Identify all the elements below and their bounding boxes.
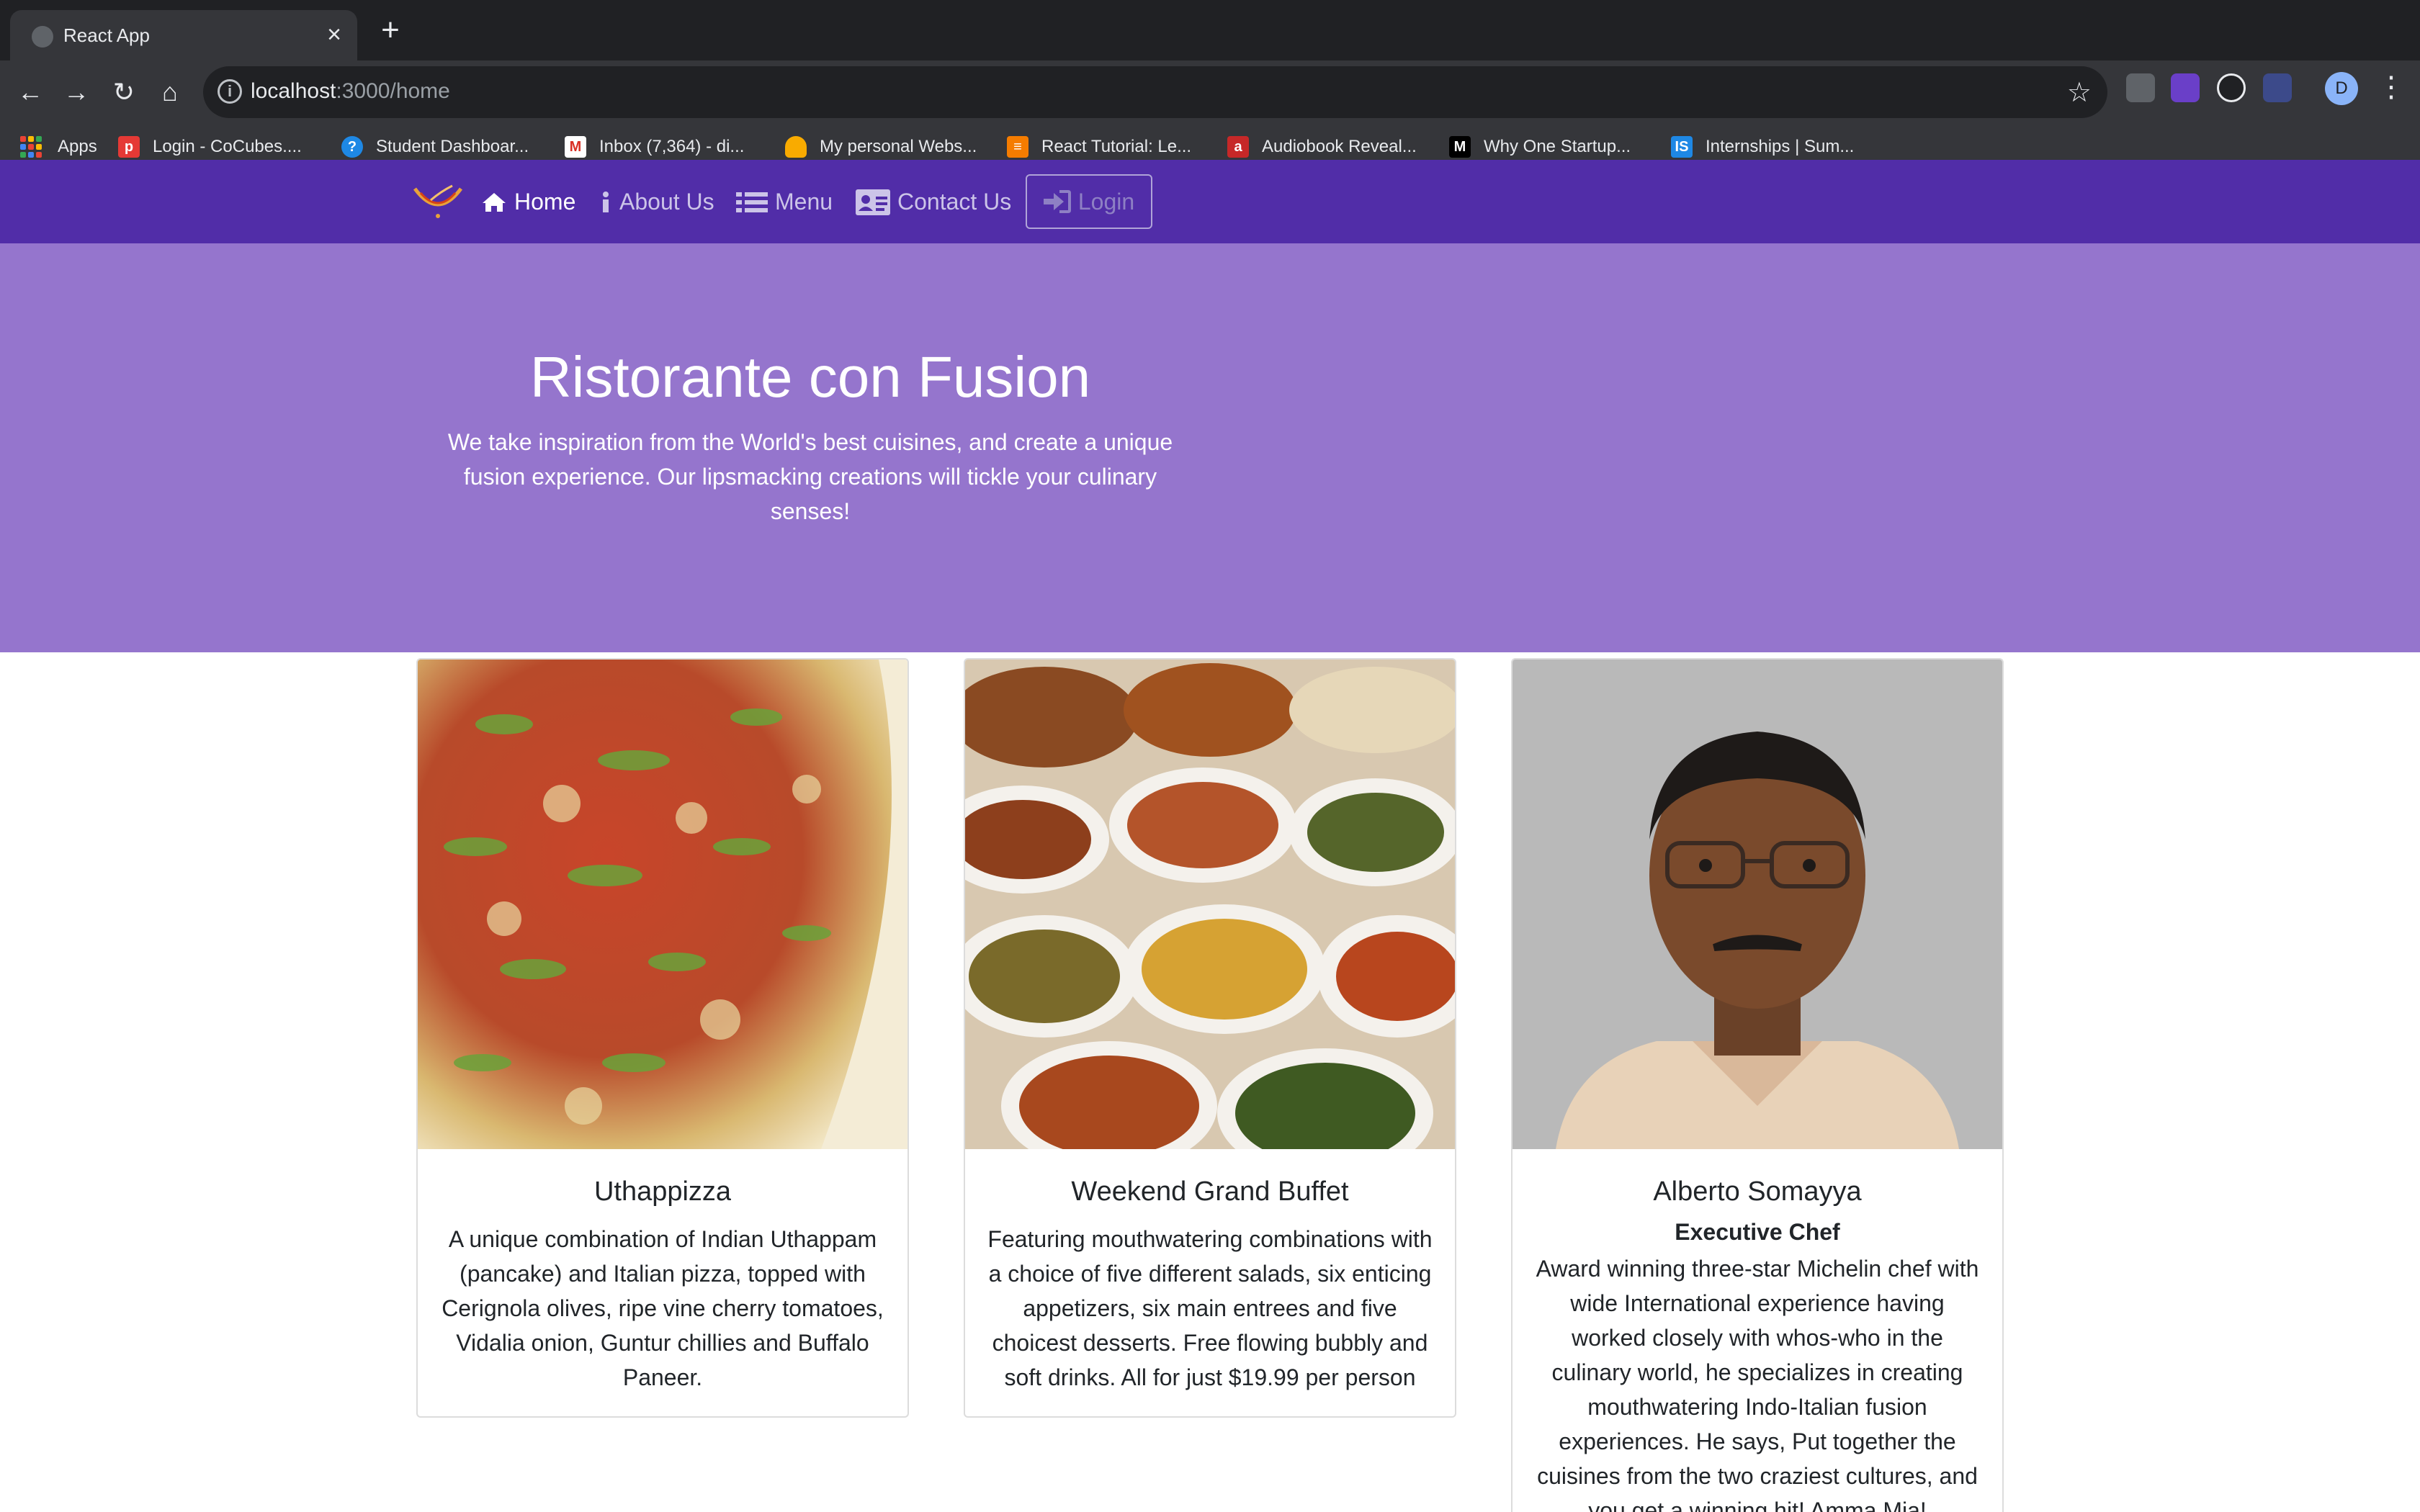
bookmark-inbox[interactable]: M Inbox (7,364) - di...: [565, 134, 744, 160]
hand-icon: [785, 136, 807, 158]
browser-tab[interactable]: React App ×: [10, 10, 357, 60]
bookmark-star-icon[interactable]: ☆: [2067, 76, 2092, 109]
react-tutorial-icon: ≡: [1007, 136, 1028, 158]
bookmark-why-one-startup[interactable]: M Why One Startup...: [1449, 134, 1631, 160]
bookmark-audiobook[interactable]: a Audiobook Reveal...: [1227, 134, 1417, 160]
reload-icon[interactable]: ↻: [104, 72, 144, 112]
jumbotron: Ristorante con Fusion We take inspiratio…: [0, 243, 2420, 652]
jumbotron-description: We take inspiration from the World's bes…: [447, 429, 1173, 524]
audiobook-icon: a: [1227, 136, 1249, 158]
chef-photo: [1512, 660, 2002, 1149]
home-icon: [483, 192, 506, 212]
nav-menu[interactable]: Menu: [736, 189, 833, 215]
page-title: Ristorante con Fusion: [529, 345, 1091, 409]
sign-in-icon: [1043, 190, 1071, 213]
menu-kebab-icon[interactable]: ⋮: [2377, 71, 2406, 104]
buffet-image: [965, 660, 1455, 1149]
cocubes-icon: p: [118, 136, 140, 158]
nav-contact-us[interactable]: Contact Us: [856, 189, 1011, 215]
bookmark-internships[interactable]: IS Internships | Sum...: [1671, 134, 1854, 160]
card-body: Weekend Grand Buffet Featuring mouthwate…: [965, 1149, 1455, 1416]
card-body: Uthappizza A unique combination of India…: [418, 1149, 908, 1416]
url-text: localhost:3000/home: [251, 79, 450, 103]
medium-icon: M: [1449, 136, 1471, 158]
close-tab-icon[interactable]: ×: [320, 20, 349, 49]
tab-title: React App: [63, 24, 150, 46]
restaurant-logo[interactable]: [409, 179, 467, 222]
gmail-icon: M: [565, 136, 586, 158]
site-navbar: Home About Us Menu Contact Us Login: [0, 160, 2420, 243]
address-bar[interactable]: i localhost:3000/home ☆: [203, 66, 2107, 118]
browser-toolbar: ← → ↻ ⌂ i localhost:3000/home ☆ D ⋮ Apps…: [0, 60, 2420, 173]
card-text: Featuring mouthwatering combinations wit…: [987, 1226, 1433, 1390]
info-icon[interactable]: i: [218, 79, 242, 104]
list-icon: [736, 192, 768, 212]
login-button[interactable]: Login: [1026, 174, 1152, 229]
gauge-extension-icon[interactable]: [2217, 73, 2246, 102]
k-extension-icon[interactable]: [2171, 73, 2200, 102]
card-subtitle: Executive Chef: [1675, 1219, 1840, 1245]
nav-home[interactable]: Home: [481, 189, 575, 215]
forward-icon[interactable]: →: [56, 72, 97, 112]
globe-icon: [32, 26, 53, 48]
bookmark-apps[interactable]: Apps: [20, 134, 97, 160]
card-body: Alberto Somayya Executive Chef Award win…: [1512, 1149, 2002, 1512]
nav-about-us[interactable]: About Us: [599, 189, 714, 215]
uthappizza-image: [418, 660, 908, 1149]
camera-extension-icon[interactable]: [2126, 73, 2155, 102]
bookmark-cocubes[interactable]: p Login - CoCubes....: [118, 134, 302, 160]
home-icon[interactable]: ⌂: [150, 72, 190, 112]
card-title: Weekend Grand Buffet: [1071, 1176, 1349, 1207]
apps-grid-icon: [20, 136, 42, 158]
card-text: A unique combination of Indian Uthappam …: [442, 1226, 884, 1390]
info-icon: [603, 191, 609, 212]
bookmark-student-dashboard[interactable]: ? Student Dashboar...: [341, 134, 529, 160]
dashboard-icon: ?: [341, 136, 363, 158]
address-card-icon: [856, 189, 890, 215]
bookmark-personal-website[interactable]: My personal Webs...: [785, 134, 977, 160]
card-title: Uthappizza: [593, 1176, 732, 1207]
bookmark-react-tutorial[interactable]: ≡ React Tutorial: Le...: [1007, 134, 1191, 160]
featured-dish-card: Uthappizza A unique combination of India…: [416, 658, 909, 1418]
card-title: Alberto Somayya: [1653, 1176, 1862, 1207]
new-tab-icon[interactable]: +: [375, 14, 406, 46]
featured-promotion-card: Weekend Grand Buffet Featuring mouthwate…: [964, 658, 1456, 1418]
plane-extension-icon[interactable]: [2263, 73, 2292, 102]
back-icon[interactable]: ←: [10, 72, 50, 112]
card-text: Award winning three-star Michelin chef w…: [1536, 1256, 1979, 1512]
featured-leader-card: Alberto Somayya Executive Chef Award win…: [1511, 658, 2004, 1512]
profile-avatar[interactable]: D: [2325, 72, 2358, 105]
browser-tab-strip: React App × +: [0, 0, 2420, 60]
internshala-icon: IS: [1671, 136, 1693, 158]
